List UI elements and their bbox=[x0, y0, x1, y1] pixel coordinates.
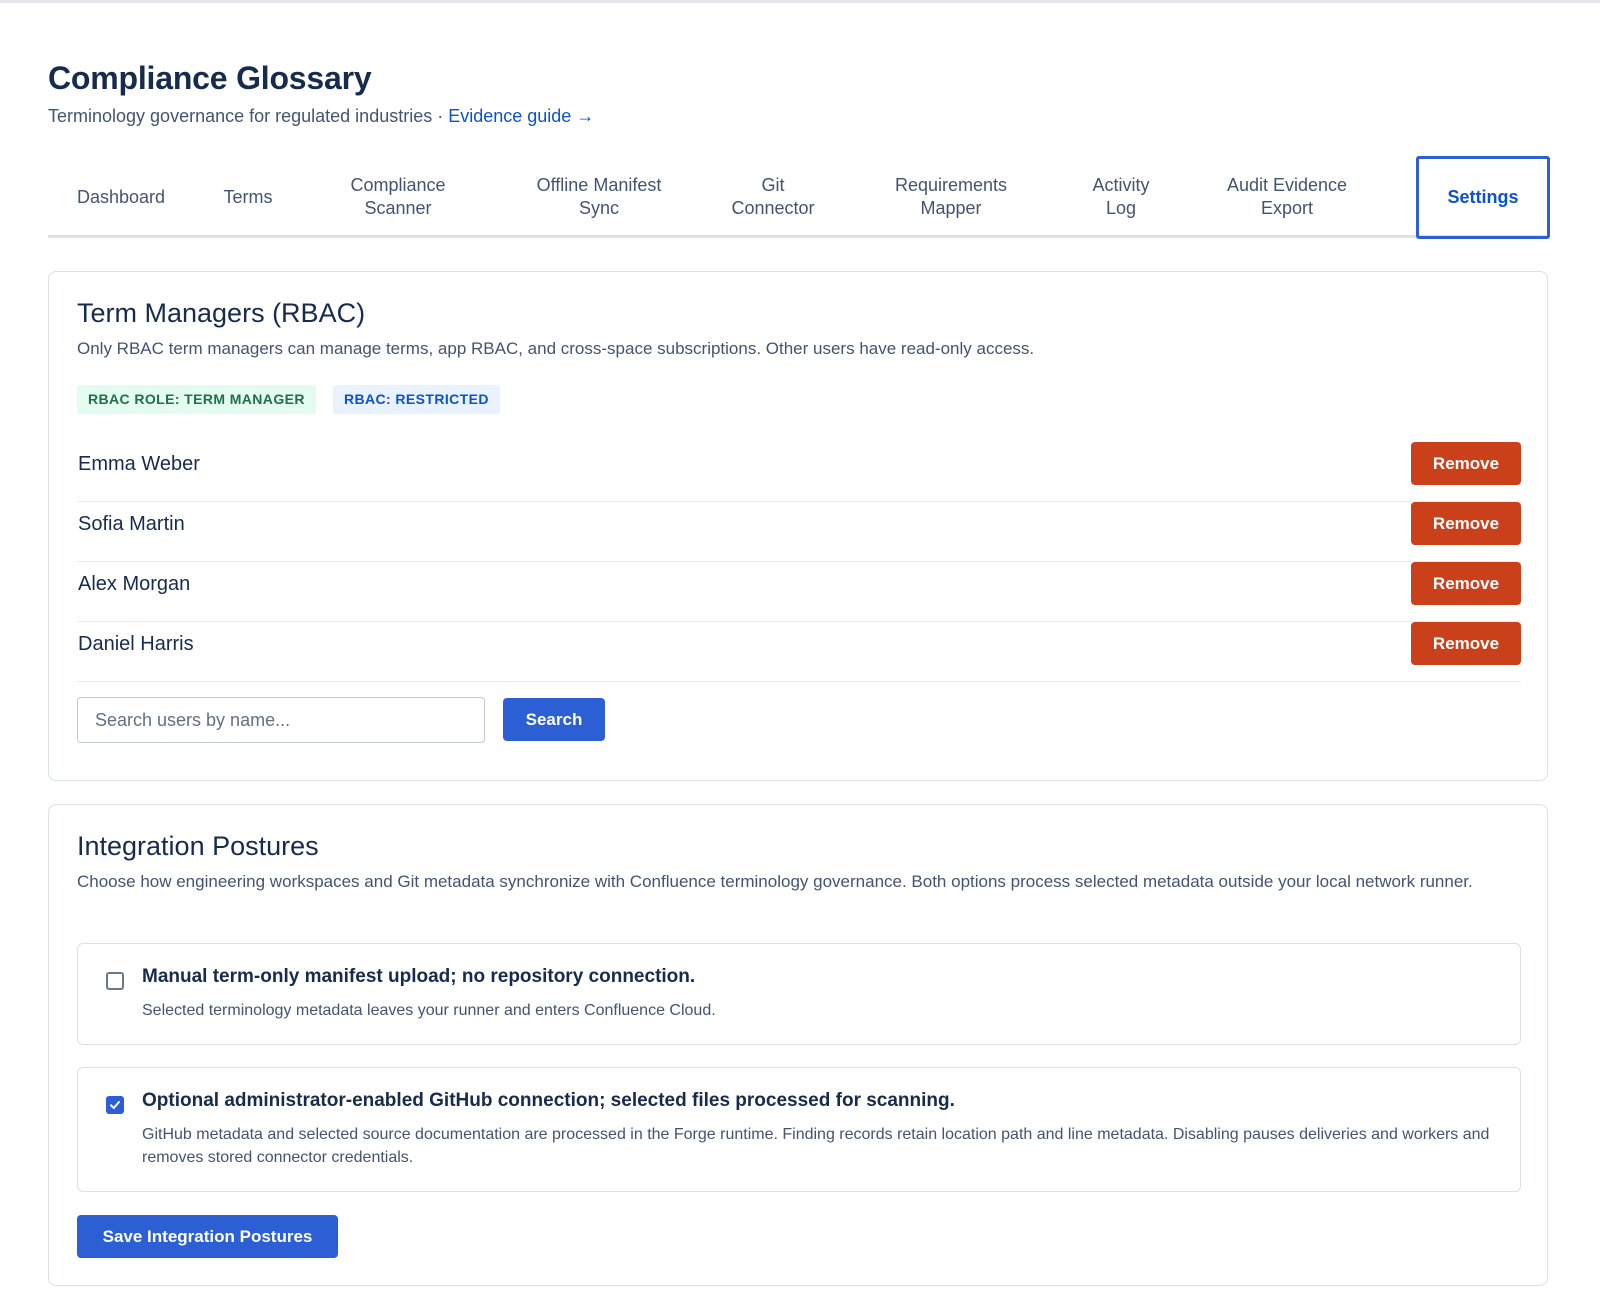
posture-option-github[interactable]: Optional administrator-enabled GitHub co… bbox=[77, 1067, 1521, 1192]
save-integration-postures-button[interactable]: Save Integration Postures bbox=[77, 1215, 338, 1258]
tab-label: Settings bbox=[1447, 187, 1519, 207]
evidence-guide-link[interactable]: Evidence guide → bbox=[448, 106, 594, 126]
subtitle-text: Terminology governance for regulated ind… bbox=[48, 106, 449, 126]
option-description: Selected terminology metadata leaves you… bbox=[142, 1002, 716, 1019]
manager-list: Emma Weber Remove Sofia Martin Remove Al… bbox=[77, 442, 1521, 682]
manual-upload-checkbox[interactable] bbox=[106, 972, 124, 990]
remove-manager-button[interactable]: Remove bbox=[1411, 442, 1521, 485]
option-title: Optional administrator-enabled GitHub co… bbox=[142, 1090, 955, 1111]
top-divider bbox=[0, 0, 1600, 3]
user-search-input[interactable] bbox=[77, 697, 485, 743]
posture-option-manual[interactable]: Manual term-only manifest upload; no rep… bbox=[77, 943, 1521, 1045]
integration-postures-card: Integration Postures Choose how engineer… bbox=[48, 804, 1548, 1286]
rbac-restricted-badge: RBAC: RESTRICTED bbox=[333, 385, 500, 414]
tab-terms[interactable]: Terms bbox=[194, 156, 302, 238]
remove-manager-button[interactable]: Remove bbox=[1411, 562, 1521, 605]
tab-label: Terms bbox=[223, 186, 273, 207]
tab-label: Compliance Scanner bbox=[350, 175, 446, 218]
tab-compliance-scanner[interactable]: Compliance Scanner bbox=[302, 156, 494, 238]
tab-label: Offline Manifest Sync bbox=[536, 175, 662, 218]
remove-manager-button[interactable]: Remove bbox=[1411, 502, 1521, 545]
manager-row: Emma Weber Remove bbox=[77, 442, 1521, 502]
rbac-role-badge: RBAC ROLE: TERM MANAGER bbox=[77, 385, 316, 414]
integration-postures-description: Choose how engineering workspaces and Gi… bbox=[77, 872, 1473, 891]
github-connection-checkbox[interactable] bbox=[106, 1096, 124, 1114]
tab-offline-manifest-sync[interactable]: Offline Manifest Sync bbox=[494, 156, 704, 238]
tab-dashboard[interactable]: Dashboard bbox=[48, 156, 194, 238]
term-managers-description: Only RBAC term managers can manage terms… bbox=[77, 339, 1035, 358]
option-title: Manual term-only manifest upload; no rep… bbox=[142, 966, 696, 987]
manager-name: Sofia Martin bbox=[78, 513, 185, 535]
term-managers-card: Term Managers (RBAC) Only RBAC term mana… bbox=[48, 271, 1548, 781]
tab-label: Activity Log bbox=[1092, 175, 1150, 218]
manager-name: Emma Weber bbox=[78, 453, 200, 475]
checkmark-icon bbox=[110, 1101, 120, 1109]
tab-label: Audit Evidence Export bbox=[1226, 175, 1348, 218]
manager-row: Daniel Harris Remove bbox=[77, 622, 1521, 682]
option-description: GitHub metadata and selected source docu… bbox=[142, 1126, 1490, 1166]
tab-requirements-mapper[interactable]: Requirements Mapper bbox=[842, 156, 1060, 238]
tab-activity-log[interactable]: Activity Log bbox=[1060, 156, 1182, 238]
term-managers-title: Term Managers (RBAC) bbox=[77, 298, 366, 328]
tab-git-connector[interactable]: Git Connector bbox=[704, 156, 842, 238]
manager-row: Alex Morgan Remove bbox=[77, 562, 1521, 622]
manager-row: Sofia Martin Remove bbox=[77, 502, 1521, 562]
app-subtitle: Terminology governance for regulated ind… bbox=[48, 106, 594, 127]
remove-manager-button[interactable]: Remove bbox=[1411, 622, 1521, 665]
tab-audit-evidence-export[interactable]: Audit Evidence Export bbox=[1182, 156, 1392, 238]
tab-bar: Dashboard Terms Compliance Scanner Offli… bbox=[48, 156, 1550, 239]
integration-postures-title: Integration Postures bbox=[77, 831, 319, 861]
manager-name: Daniel Harris bbox=[78, 633, 194, 655]
app-title: Compliance Glossary bbox=[48, 60, 372, 96]
search-button[interactable]: Search bbox=[503, 698, 605, 741]
tab-label: Git Connector bbox=[731, 175, 815, 218]
tab-label: Dashboard bbox=[76, 186, 166, 207]
tab-label: Requirements Mapper bbox=[894, 175, 1008, 218]
manager-name: Alex Morgan bbox=[78, 573, 191, 595]
tab-settings[interactable]: Settings bbox=[1416, 156, 1550, 239]
